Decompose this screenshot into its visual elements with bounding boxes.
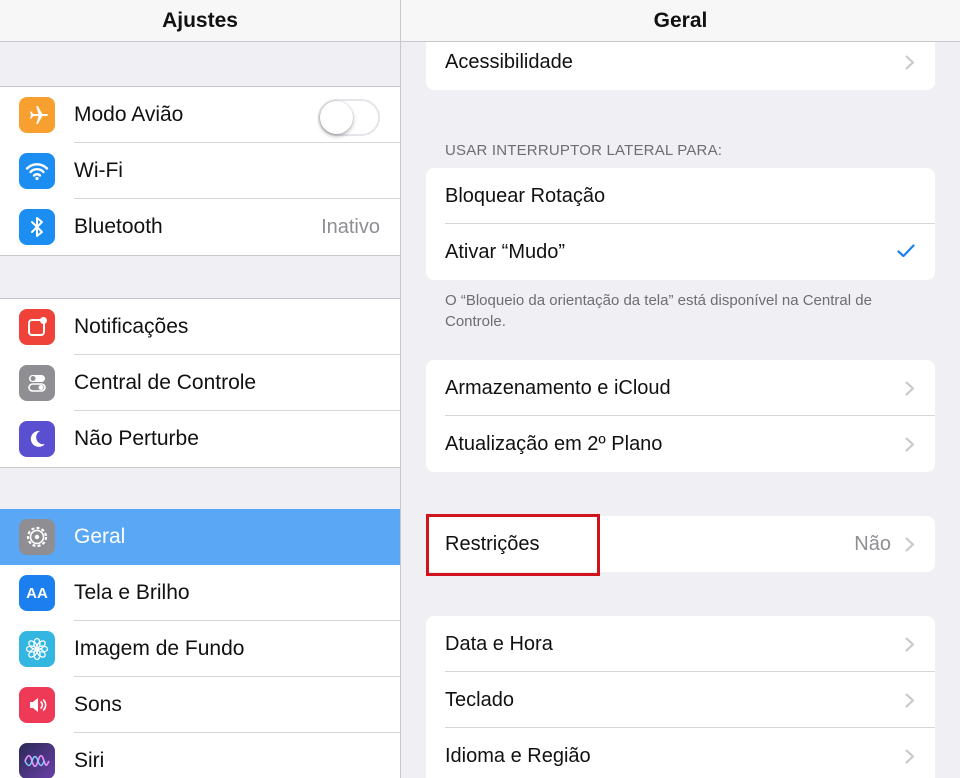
row-language-region[interactable]: Idioma e Região [426,728,935,778]
control-center-icon [19,365,55,401]
row-background-refresh[interactable]: Atualização em 2º Plano [426,416,935,472]
wifi-icon [19,153,55,189]
language-region-label: Idioma e Região [445,744,591,767]
card-storage: Armazenamento e iCloud Atualização em 2º… [426,360,935,472]
sidebar-item-general[interactable]: Geral [0,509,400,565]
sidebar-group-connectivity: Modo Avião Wi-Fi Bluetooth Inativo [0,86,400,256]
gear-icon [19,519,55,555]
row-accessibility[interactable]: Acessibilidade [426,34,935,90]
storage-label: Armazenamento e iCloud [445,376,671,399]
sidebar-item-label: Imagem de Fundo [74,637,245,660]
keyboard-label: Teclado [445,688,514,711]
moon-icon [19,421,55,457]
detail-title: Geral [401,0,960,42]
card-side-switch: Bloquear Rotação Ativar “Mudo” [426,168,935,280]
sidebar-item-label: Modo Avião [74,103,184,126]
background-refresh-label: Atualização em 2º Plano [445,432,663,455]
sidebar-group-general: Geral AA Tela e Brilho Imagem de Fundo S… [0,509,400,778]
side-switch-footer: O “Bloqueio da orientação da tela” está … [445,292,872,330]
chevron-right-icon [905,749,915,764]
sidebar-item-display-brightness[interactable]: AA Tela e Brilho [0,565,400,621]
notifications-icon [19,309,55,345]
sidebar-item-label: Notificações [74,315,189,338]
settings-sidebar: Ajustes Modo Avião Wi-Fi Bluetooth Inati… [0,0,400,778]
accessibility-label: Acessibilidade [445,50,573,73]
sidebar-item-sounds[interactable]: Sons [0,677,400,733]
airplane-icon [19,97,55,133]
sidebar-item-do-not-disturb[interactable]: Não Perturbe [0,411,400,467]
row-keyboard[interactable]: Teclado [426,672,935,728]
restrictions-value: Não [854,532,891,555]
row-lock-rotation[interactable]: Bloquear Rotação [426,168,935,224]
sidebar-item-label: Central de Controle [74,371,257,394]
sidebar-item-wifi[interactable]: Wi-Fi [0,143,400,199]
sidebar-group-notifications: Notificações Central de Controle Não Per… [0,298,400,468]
lock-rotation-label: Bloquear Rotação [445,184,606,207]
sidebar-item-label: Tela e Brilho [74,581,190,604]
sidebar-item-bluetooth[interactable]: Bluetooth Inativo [0,199,400,255]
sidebar-item-notifications[interactable]: Notificações [0,299,400,355]
row-date-time[interactable]: Data e Hora [426,616,935,672]
chevron-right-icon [905,693,915,708]
sidebar-item-label: Sons [74,693,122,716]
row-mute[interactable]: Ativar “Mudo” [426,224,935,280]
row-storage-icloud[interactable]: Armazenamento e iCloud [426,360,935,416]
chevron-right-icon [905,637,915,652]
siri-icon [19,743,55,778]
date-time-label: Data e Hora [445,632,553,655]
sound-icon [19,687,55,723]
airplane-mode-toggle[interactable] [318,99,380,136]
side-switch-header: USAR INTERRUPTOR LATERAL PARA: [445,142,723,159]
chevron-right-icon [905,437,915,452]
sidebar-item-airplane-mode[interactable]: Modo Avião [0,87,400,143]
sidebar-item-control-center[interactable]: Central de Controle [0,355,400,411]
general-detail-pane: Geral Acessibilidade USAR INTERRUPTOR LA… [401,0,960,778]
sidebar-item-label: Geral [74,525,126,548]
sidebar-item-label: Siri [74,749,105,772]
mute-label: Ativar “Mudo” [445,240,566,263]
sidebar-item-label: Bluetooth [74,215,163,238]
card-date-keyboard-language: Data e Hora Teclado Idioma e Região [426,616,935,778]
sidebar-item-label: Não Perturbe [74,427,199,450]
restrictions-highlight-box [426,514,600,576]
toggle-knob [320,101,353,134]
bluetooth-status: Inativo [321,215,380,238]
display-brightness-icon: AA [19,575,55,611]
bluetooth-icon [19,209,55,245]
sidebar-item-label: Wi-Fi [74,159,123,182]
chevron-right-icon [905,55,915,70]
sidebar-item-siri[interactable]: Siri [0,733,400,778]
display-brightness-glyph: AA [26,584,48,602]
chevron-right-icon [905,381,915,396]
sidebar-item-wallpaper[interactable]: Imagem de Fundo [0,621,400,677]
sidebar-title: Ajustes [0,0,400,42]
chevron-right-icon [905,537,915,552]
checkmark-icon [897,244,915,258]
wallpaper-icon [19,631,55,667]
